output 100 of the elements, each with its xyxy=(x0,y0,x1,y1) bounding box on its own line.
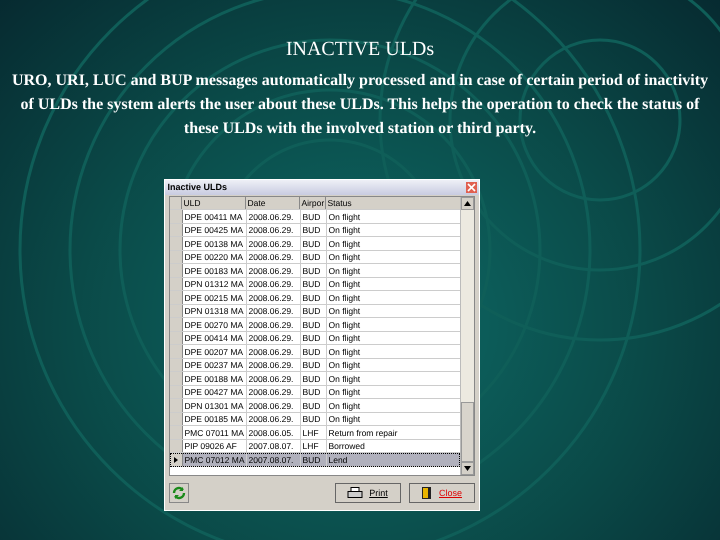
table-cell-text: On flight xyxy=(328,278,362,290)
table-row[interactable]: DPE 00270 MA 2008.06.29. BUD On flight xyxy=(170,318,460,332)
table-cell: DPE 00220 MA xyxy=(182,250,246,264)
table-row[interactable]: DPE 00425 MA 2008.06.29. BUD On flight xyxy=(170,224,460,238)
table-cell-text: On flight xyxy=(328,305,362,318)
table-cell: BUD xyxy=(300,386,326,398)
table-cell-text: On flight xyxy=(328,400,362,412)
table-cell: 2008.06.29. xyxy=(246,358,300,372)
table-row[interactable]: DPE 00138 MA 2008.06.29. BUD On flight xyxy=(170,237,460,251)
table-cell-text: On flight xyxy=(328,224,362,236)
table-cell-text: On flight xyxy=(328,210,362,223)
table-cell: DPE 00425 MA xyxy=(182,224,246,236)
table-cell: BUD xyxy=(300,210,326,223)
table-cell: 2008.06.05. xyxy=(246,426,300,439)
column-header[interactable]: Status xyxy=(326,196,460,210)
table-cell: DPE 00270 MA xyxy=(182,318,246,331)
table-cell-text: On flight xyxy=(328,238,362,250)
table-cell: 2008.06.29. xyxy=(246,237,300,250)
table-cell: DPE 00215 MA xyxy=(182,291,246,304)
scroll-down-icon[interactable] xyxy=(460,462,474,475)
table-row[interactable]: DPE 00207 MA 2008.06.29. BUD On flight xyxy=(170,345,460,359)
table-cell: 2008.06.29. xyxy=(246,412,300,426)
table-cell: DPE 00207 MA xyxy=(182,345,246,358)
table-cell: 2007.08.07. xyxy=(246,440,300,452)
table-row[interactable]: DPE 00427 MA 2008.06.29. BUD On flight xyxy=(170,386,460,400)
table-cell: 2008.06.29. xyxy=(246,264,300,277)
print-button[interactable]: Print xyxy=(334,483,400,503)
table-cell-text: Return from repair xyxy=(328,426,398,439)
slide-title: INACTIVE ULDs xyxy=(286,38,434,61)
table-cell-text: On flight xyxy=(328,292,362,304)
table-cell: 2008.06.29. xyxy=(246,386,300,398)
table-cell: BUD xyxy=(300,278,326,290)
table-cell: BUD xyxy=(300,237,326,250)
table-cell: BUD xyxy=(300,291,326,304)
table-cell: DPE 00188 MA xyxy=(182,372,246,385)
table-cell: 2008.06.29. xyxy=(246,372,300,385)
column-header[interactable]: Airpor xyxy=(300,196,326,210)
table-cell: 2008.06.29. xyxy=(246,304,300,318)
table-row[interactable]: DPN 01312 MA 2008.06.29. BUD On flight xyxy=(170,278,460,292)
table-cell-text: On flight xyxy=(328,318,362,331)
table-row[interactable]: DPE 00414 MA 2008.06.29. BUD On flight xyxy=(170,332,460,346)
table-row[interactable]: PMC 07012 MA 2007.08.07. BUD Lend xyxy=(170,453,460,467)
column-header[interactable]: ULD xyxy=(182,196,246,210)
table-cell-text: Borrowed xyxy=(328,440,366,452)
table-cell: 2008.06.29. xyxy=(246,224,300,236)
table-cell: DPE 00185 MA xyxy=(182,412,246,426)
scroll-up-icon[interactable] xyxy=(460,196,474,210)
scroll-thumb[interactable] xyxy=(460,402,474,462)
table-cell: BUD xyxy=(300,372,326,385)
table-cell-text: On flight xyxy=(328,386,362,398)
table-row[interactable]: DPE 00188 MA 2008.06.29. BUD On flight xyxy=(170,372,460,386)
table-cell: 2007.08.07. xyxy=(246,453,300,466)
table-cell: DPN 01312 MA xyxy=(182,278,246,290)
table-row[interactable]: DPE 00183 MA 2008.06.29. BUD On flight xyxy=(170,264,460,278)
table-row[interactable]: DPN 01318 MA 2008.06.29. BUD On flight xyxy=(170,304,460,318)
table-cell: BUD xyxy=(300,399,326,412)
table-cell: LHF xyxy=(300,440,326,452)
table-cell: DPE 00414 MA xyxy=(182,332,246,344)
table-cell-text: On flight xyxy=(328,251,362,264)
printer-icon xyxy=(347,487,364,499)
table-cell: 2008.06.29. xyxy=(246,345,300,358)
table-cell: DPE 00237 MA xyxy=(182,358,246,372)
table-cell-text: On flight xyxy=(328,332,362,344)
table-cell: DPN 01301 MA xyxy=(182,399,246,412)
table-cell-text: On flight xyxy=(328,264,362,277)
table-cell: DPN 01318 MA xyxy=(182,304,246,318)
table-cell: BUD xyxy=(300,250,326,264)
table-cell: 2008.06.29. xyxy=(246,250,300,264)
table-cell: BUD xyxy=(300,224,326,236)
door-icon xyxy=(420,486,433,500)
table-row[interactable]: DPE 00411 MA 2008.06.29. BUD On flight xyxy=(170,210,460,224)
table-cell: PIP 09026 AF xyxy=(182,440,246,452)
scrollbar[interactable] xyxy=(460,196,474,475)
table-cell: 2008.06.29. xyxy=(246,291,300,304)
table-cell-text: On flight xyxy=(328,372,362,385)
table-cell: BUD xyxy=(300,318,326,331)
table-cell: PMC 07012 MA xyxy=(182,453,246,466)
table-row[interactable]: DPN 01301 MA 2008.06.29. BUD On flight xyxy=(170,399,460,413)
table-row[interactable]: DPE 00185 MA 2008.06.29. BUD On flight xyxy=(170,412,460,426)
table-cell-text: On flight xyxy=(328,346,362,358)
table-cell: DPE 00411 MA xyxy=(182,210,246,223)
row-selector[interactable] xyxy=(170,453,182,466)
table-row[interactable]: PMC 07011 MA 2008.06.05. LHF Return from repair xyxy=(170,426,460,440)
table-cell: DPE 00138 MA xyxy=(182,237,246,250)
current-row-icon xyxy=(174,456,178,462)
table-cell: DPE 00427 MA xyxy=(182,386,246,398)
table-row[interactable]: DPE 00215 MA 2008.06.29. BUD On flight xyxy=(170,291,460,305)
table-cell: BUD xyxy=(300,332,326,344)
table-cell: 2008.06.29. xyxy=(246,399,300,412)
table-row[interactable]: DPE 00220 MA 2008.06.29. BUD On flight xyxy=(170,250,460,264)
table-cell: 2008.06.29. xyxy=(246,332,300,344)
column-header[interactable]: Date xyxy=(246,196,300,210)
table-cell: PMC 07011 MA xyxy=(182,426,246,439)
table-cell: BUD xyxy=(300,358,326,372)
refresh-button[interactable] xyxy=(168,483,188,503)
table-row[interactable]: DPE 00237 MA 2008.06.29. BUD On flight xyxy=(170,358,460,372)
table-cell: BUD xyxy=(300,264,326,277)
table-cell: 2008.06.29. xyxy=(246,318,300,331)
table-cell: BUD xyxy=(300,345,326,358)
close-icon[interactable] xyxy=(466,182,476,193)
